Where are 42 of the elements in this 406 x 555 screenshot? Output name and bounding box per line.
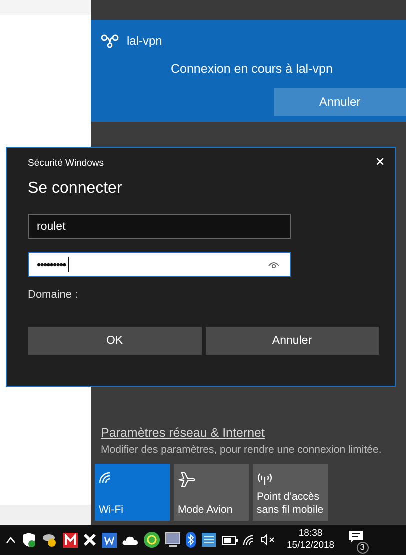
network-settings-description: Modifier des paramètres, pour rendre une connexion limitée.: [101, 444, 383, 456]
monitor-icon[interactable]: [165, 532, 181, 548]
vpn-icon: [101, 34, 119, 48]
quick-action-tile[interactable]: Mode Avion: [174, 464, 249, 521]
cross-icon[interactable]: [83, 533, 97, 547]
quick-action-label: Wi-Fi: [99, 504, 124, 517]
cloud-sun-icon[interactable]: [42, 532, 58, 548]
bluetooth-icon[interactable]: [186, 532, 196, 548]
username-field[interactable]: roulet: [28, 214, 291, 239]
dialog-button[interactable]: OK: [28, 327, 202, 355]
sync-icon[interactable]: [144, 532, 160, 548]
connection-status: Connexion en cours à lal-vpn: [171, 62, 334, 76]
dialog-heading: Se connecter: [28, 180, 124, 198]
quick-action-tile[interactable]: Wi-Fi: [95, 464, 170, 521]
hotspot-icon: [257, 472, 273, 486]
vpn-name: lal-vpn: [127, 34, 162, 48]
notification-icon[interactable]: [348, 530, 364, 545]
dialog-button[interactable]: Annuler: [206, 327, 379, 355]
quick-action-label: Point d’accès sans fil mobile: [257, 491, 324, 517]
shield-icon[interactable]: [21, 532, 37, 548]
volume-muted-icon[interactable]: [261, 534, 276, 546]
cloud-icon[interactable]: [122, 534, 139, 546]
domain-label: Domaine :: [28, 289, 80, 301]
wifi-icon[interactable]: [243, 534, 256, 546]
chevron-up-icon[interactable]: [6, 536, 16, 544]
battery-icon[interactable]: [222, 536, 238, 544]
wifi-icon: [99, 472, 113, 484]
network-app-icon[interactable]: [201, 532, 217, 548]
clock-date: 15/12/2018: [287, 540, 335, 552]
quick-action-tile[interactable]: Point d’accès sans fil mobile: [253, 464, 328, 521]
network-settings-link[interactable]: Paramètres réseau & Internet: [101, 426, 265, 440]
cancel-button[interactable]: Annuler: [274, 88, 406, 116]
quick-action-label: Mode Avion: [178, 504, 233, 517]
close-button[interactable]: ×: [374, 156, 387, 170]
dialog-title: Sécurité Windows: [28, 158, 104, 168]
airplane-icon: [178, 472, 196, 488]
clock-time: 18:38: [298, 528, 323, 540]
reveal-password-icon[interactable]: [268, 261, 280, 269]
letter-m-icon[interactable]: [63, 532, 78, 548]
letter-w-icon[interactable]: [102, 532, 117, 548]
notification-count: 3: [356, 542, 369, 554]
password-field[interactable]: •••••••••: [28, 252, 291, 277]
